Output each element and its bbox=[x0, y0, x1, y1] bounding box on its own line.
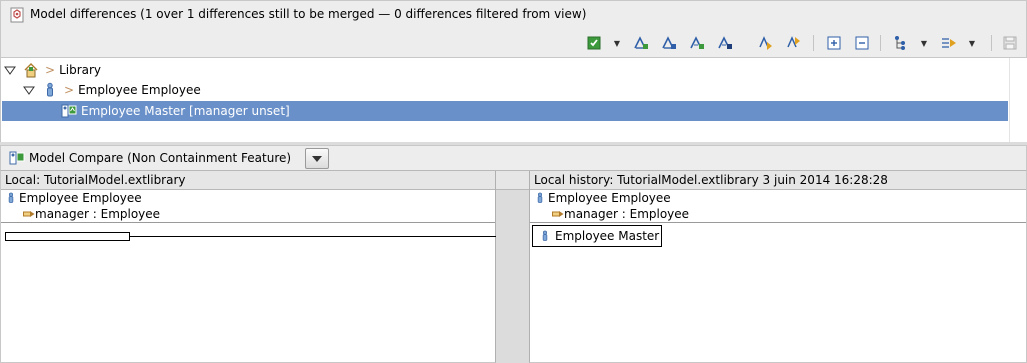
model-differences-icon bbox=[10, 7, 24, 23]
toolbar-separator bbox=[991, 35, 992, 51]
save-icon[interactable] bbox=[1000, 33, 1020, 53]
filter-icon[interactable] bbox=[939, 33, 959, 53]
pane-divider bbox=[1, 222, 495, 223]
left-item[interactable]: Employee Employee bbox=[5, 190, 142, 206]
previous-diff-icon[interactable] bbox=[784, 33, 804, 53]
toolbar-separator bbox=[813, 35, 814, 51]
chevron-down-icon bbox=[312, 155, 322, 162]
library-icon bbox=[23, 62, 39, 78]
tree-node-employee[interactable]: > Employee Employee bbox=[23, 80, 201, 100]
tree-prefix: > bbox=[45, 63, 56, 77]
group-icon[interactable] bbox=[891, 33, 911, 53]
expand-icon[interactable] bbox=[824, 33, 844, 53]
tree-prefix: > bbox=[64, 83, 75, 97]
tree-node-library[interactable]: > Library bbox=[4, 60, 101, 80]
panel-title: Model differences (1 over 1 differences … bbox=[30, 7, 587, 21]
viewer-dropdown-button[interactable] bbox=[305, 148, 329, 169]
right-value-box[interactable]: Employee Master bbox=[532, 225, 662, 247]
chevron-down-icon[interactable] bbox=[23, 84, 35, 96]
collapse-icon[interactable] bbox=[852, 33, 872, 53]
connector-line bbox=[130, 236, 534, 237]
employee-icon bbox=[5, 190, 17, 206]
employee-icon bbox=[534, 190, 546, 206]
left-pane-title: Local: TutorialModel.extlibrary bbox=[1, 171, 495, 190]
center-gutter bbox=[496, 171, 529, 363]
pane-divider bbox=[530, 222, 1026, 223]
chevron-down-icon[interactable]: ▼ bbox=[919, 34, 929, 52]
chevron-down-icon[interactable]: ▼ bbox=[612, 34, 622, 52]
left-compare-pane: Local: TutorialModel.extlibrary Employee… bbox=[0, 171, 534, 363]
right-pane-title: Local history: TutorialModel.extlibrary … bbox=[530, 171, 1026, 190]
tree-node-label: Employee Employee bbox=[78, 83, 201, 97]
tree-node-label: Library bbox=[59, 63, 102, 77]
diff-element-icon bbox=[61, 103, 77, 119]
right-feature[interactable]: manager : Employee bbox=[552, 206, 689, 222]
tree-scrollbar[interactable] bbox=[1009, 58, 1027, 142]
reference-icon bbox=[552, 210, 564, 218]
tab-model-compare[interactable]: Model Compare (Non Containment Feature) bbox=[5, 147, 295, 169]
compare-tab-bar: Model Compare (Non Containment Feature) bbox=[0, 145, 1027, 171]
reference-icon bbox=[23, 210, 35, 218]
green-check-icon[interactable] bbox=[584, 33, 604, 53]
chevron-down-icon[interactable]: ▼ bbox=[967, 34, 977, 52]
feature-label: manager : Employee bbox=[35, 207, 161, 221]
item-label: Employee Employee bbox=[548, 191, 671, 205]
chevron-down-icon[interactable] bbox=[4, 64, 16, 76]
next-diff-icon[interactable] bbox=[756, 33, 776, 53]
diff-toolbar: ▼ ▼ ▼ bbox=[0, 28, 1027, 58]
differences-tree: > Library > Employee Employee Employee M… bbox=[0, 58, 1027, 142]
left-feature[interactable]: manager : Employee bbox=[23, 206, 160, 222]
employee-icon bbox=[42, 82, 58, 98]
tree-node-label: Employee Master [manager unset] bbox=[81, 104, 290, 118]
item-label: Employee Employee bbox=[19, 191, 142, 205]
model-differences-header: Model differences (1 over 1 differences … bbox=[0, 0, 1027, 28]
value-label: Employee Master bbox=[555, 229, 660, 243]
employee-icon bbox=[539, 228, 551, 244]
gutter-header bbox=[496, 171, 529, 190]
diff-element-icon bbox=[9, 150, 25, 166]
reject-all-icon[interactable] bbox=[715, 33, 735, 53]
right-compare-pane: Local history: TutorialModel.extlibrary … bbox=[529, 171, 1027, 363]
accept-all-icon[interactable] bbox=[687, 33, 707, 53]
feature-label: manager : Employee bbox=[564, 207, 690, 221]
reject-change-icon[interactable] bbox=[659, 33, 679, 53]
tab-label: Model Compare (Non Containment Feature) bbox=[29, 151, 292, 165]
empty-value-box[interactable] bbox=[5, 232, 130, 241]
toolbar-separator bbox=[880, 35, 881, 51]
tree-node-employee-master[interactable]: Employee Master [manager unset] bbox=[2, 101, 1008, 121]
accept-change-icon[interactable] bbox=[631, 33, 651, 53]
right-item[interactable]: Employee Employee bbox=[534, 190, 671, 206]
